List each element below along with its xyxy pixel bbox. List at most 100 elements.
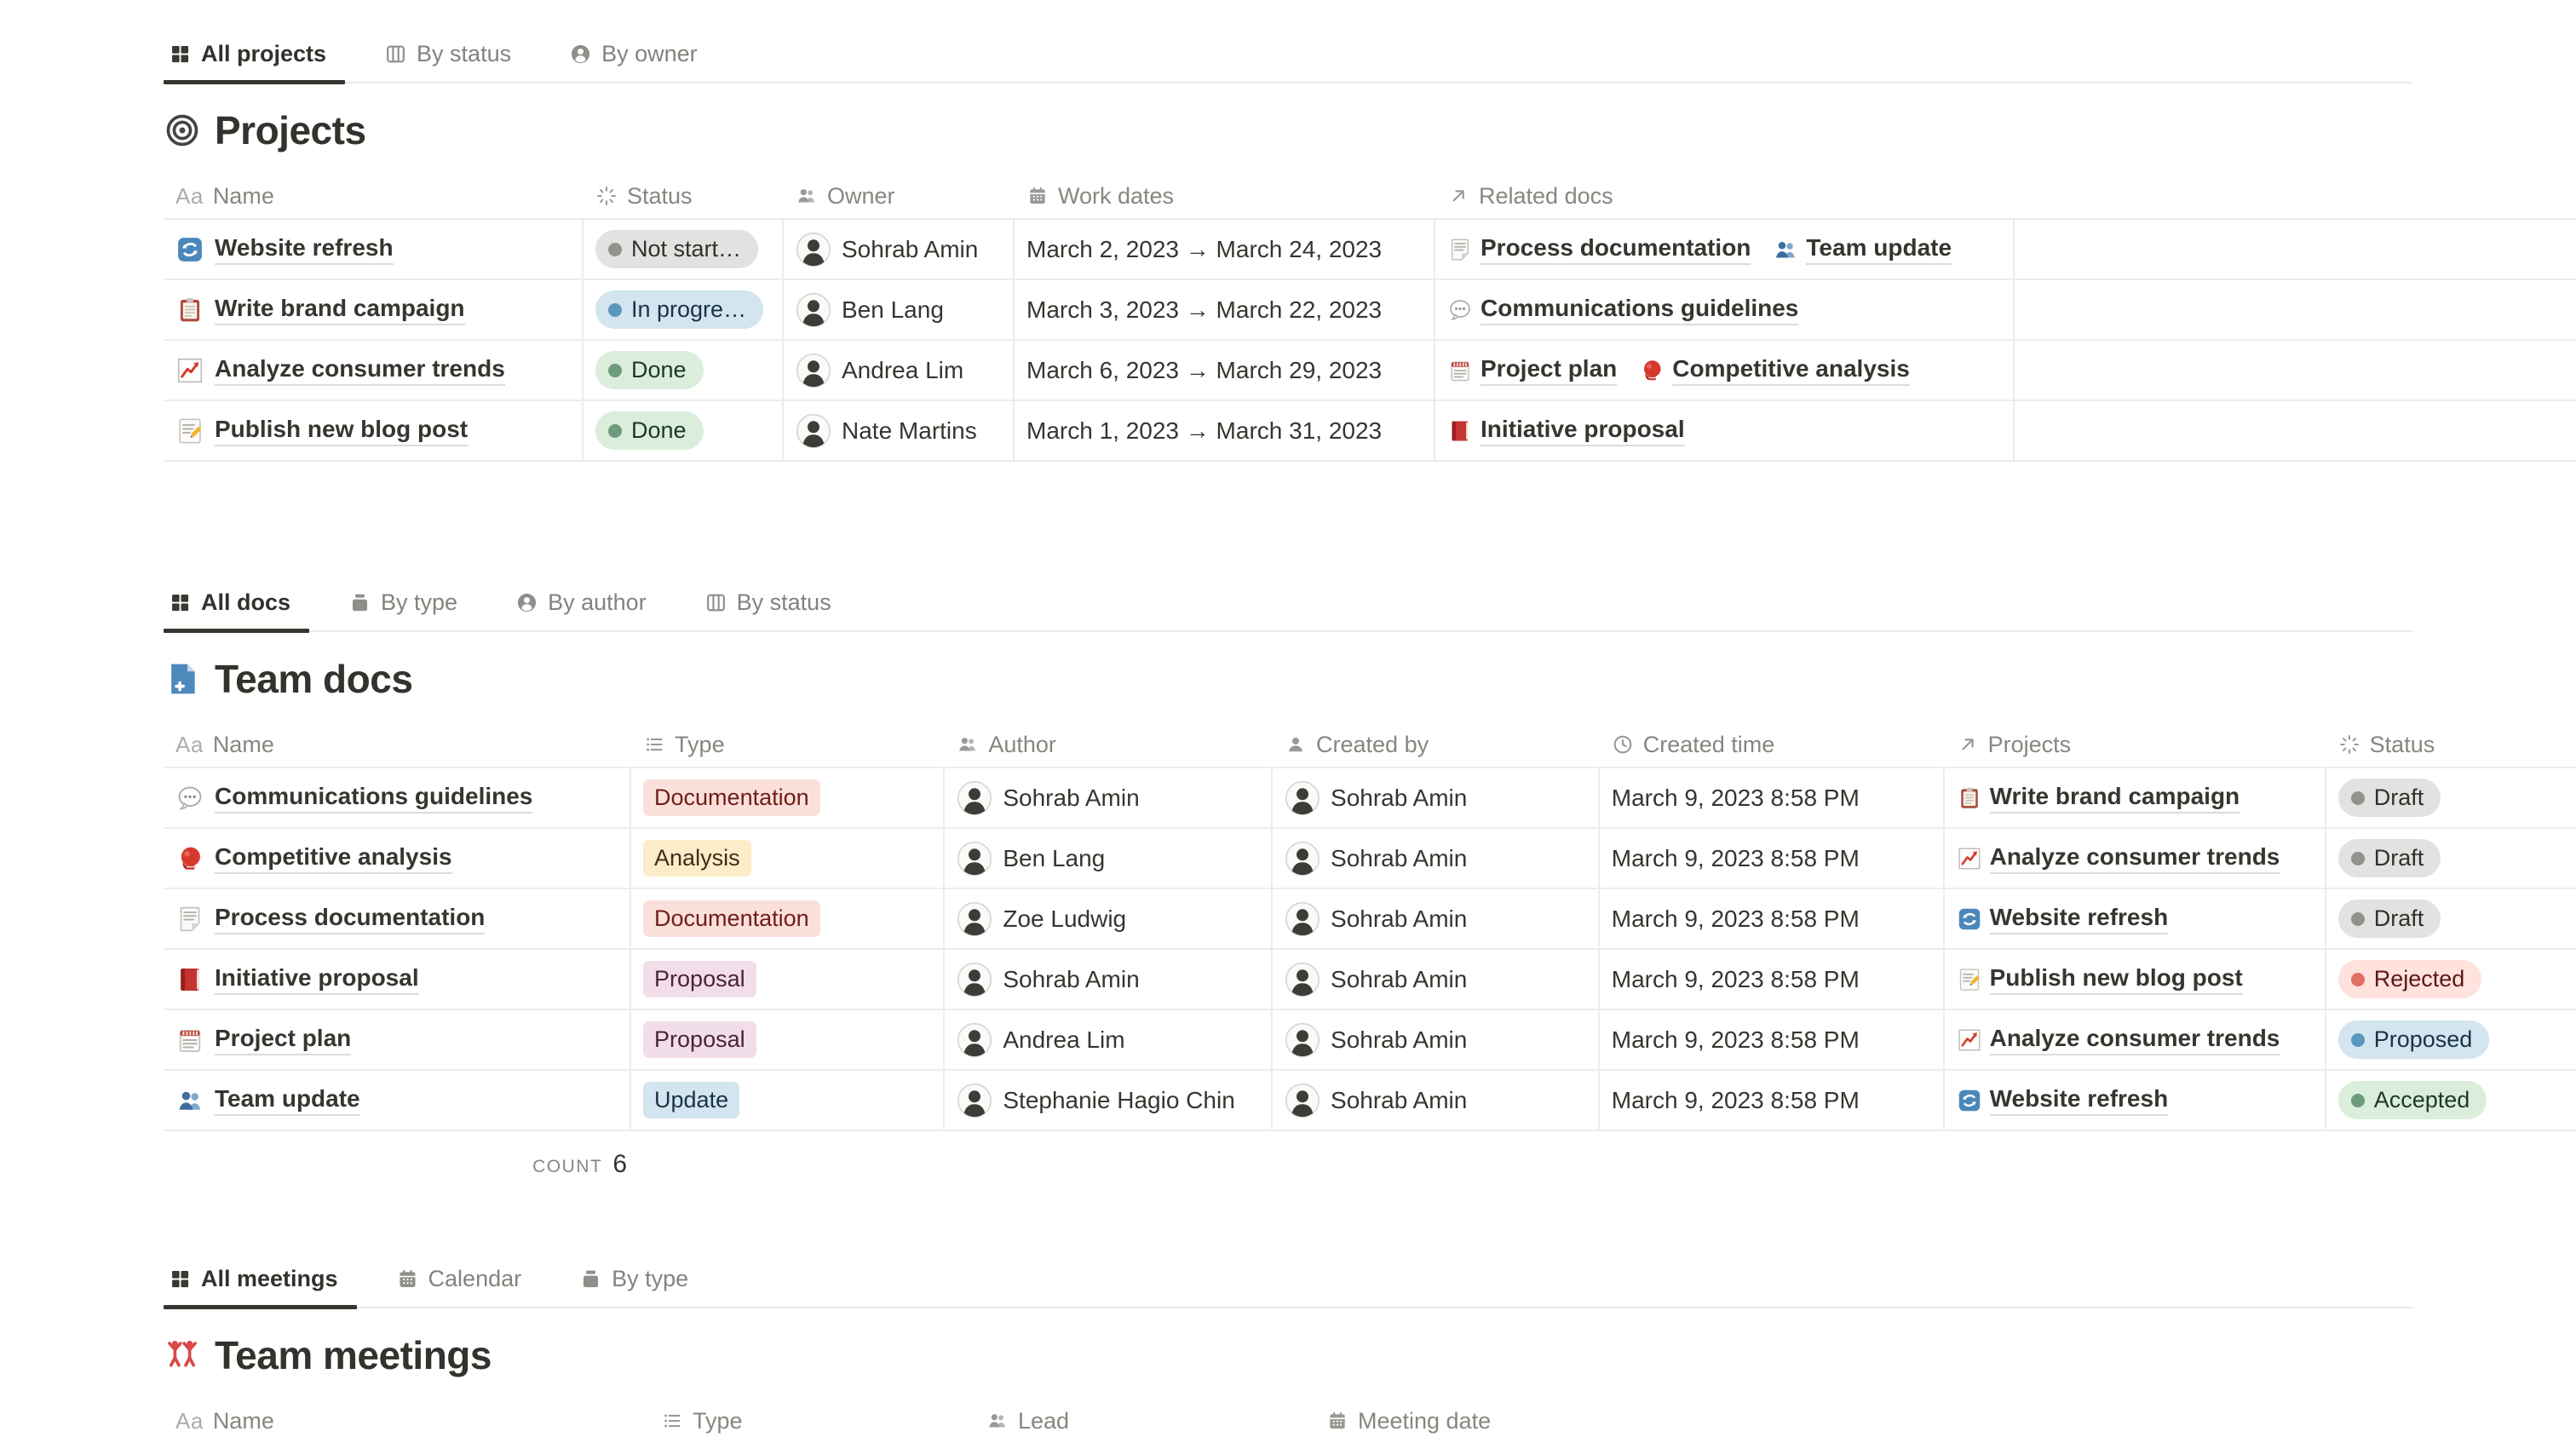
author-cell[interactable]: Andrea Lim xyxy=(945,1010,1273,1069)
status-cell[interactable]: Proposed xyxy=(2326,1010,2576,1069)
page-title: Projects xyxy=(215,107,366,153)
page-link[interactable]: Publish new blog post xyxy=(1957,964,2243,995)
chart-up-icon xyxy=(1957,1027,1982,1053)
created-time-cell[interactable]: March 9, 2023 8:58 PM xyxy=(1600,1010,1945,1069)
created-by-cell[interactable]: Sohrab Amin xyxy=(1273,950,1600,1009)
column-header-name[interactable]: Aa Name xyxy=(164,183,584,210)
projects-cell: Write brand campaign xyxy=(1945,768,2326,827)
status-cell[interactable]: In progre… xyxy=(584,280,784,339)
page-link[interactable]: Project plan xyxy=(215,1025,351,1055)
page-link[interactable]: Write brand campaign xyxy=(215,295,465,325)
page-link[interactable]: Competitive analysis xyxy=(1639,355,1910,386)
page-link[interactable]: Write brand campaign xyxy=(1957,783,2240,813)
created-time-cell[interactable]: March 9, 2023 8:58 PM xyxy=(1600,768,1945,827)
work-dates-cell[interactable]: March 2, 2023 → March 24, 2023 xyxy=(1015,220,1435,279)
count-aggregate[interactable]: COUNT6 xyxy=(164,1150,649,1179)
projects-title-row: Projects xyxy=(164,107,2576,153)
avatar xyxy=(957,962,992,997)
column-header-work-dates[interactable]: Work dates xyxy=(1015,183,1435,210)
author-cell[interactable]: Stephanie Hagio Chin xyxy=(945,1071,1273,1130)
work-dates-cell[interactable]: March 6, 2023 → March 29, 2023 xyxy=(1015,341,1435,400)
page-link[interactable]: Analyze consumer trends xyxy=(1957,1025,2280,1055)
column-header-lead[interactable]: Lead xyxy=(975,1408,1314,1434)
column-header-related-docs[interactable]: Related docs xyxy=(1435,183,2015,210)
page-link[interactable]: Project plan xyxy=(1447,355,1617,386)
page-link[interactable]: Website refresh xyxy=(215,234,394,265)
column-header-type[interactable]: Type xyxy=(631,732,945,758)
created-by-cell[interactable]: Sohrab Amin xyxy=(1273,1010,1600,1069)
page-link[interactable]: Communications guidelines xyxy=(215,783,532,813)
page-link[interactable]: Publish new blog post xyxy=(215,416,468,446)
created-time-cell[interactable]: March 9, 2023 8:58 PM xyxy=(1600,1071,1945,1130)
page-link[interactable]: Team update xyxy=(215,1085,360,1116)
type-cell[interactable]: Documentation xyxy=(631,768,945,827)
owner-cell[interactable]: Andrea Lim xyxy=(784,341,1015,400)
page-link[interactable]: Initiative proposal xyxy=(1447,416,1685,446)
page-link[interactable]: Process documentation xyxy=(215,904,485,934)
list-icon xyxy=(643,733,665,756)
column-header-status[interactable]: Status xyxy=(584,183,784,210)
owner-cell[interactable]: Ben Lang xyxy=(784,280,1015,339)
column-header-owner[interactable]: Owner xyxy=(784,183,1015,210)
work-dates-cell[interactable]: March 1, 2023 → March 31, 2023 xyxy=(1015,401,1435,460)
status-cell[interactable]: Accepted xyxy=(2326,1071,2576,1130)
created-by-cell[interactable]: Sohrab Amin xyxy=(1273,1071,1600,1130)
type-cell[interactable]: Documentation xyxy=(631,889,945,948)
status-cell[interactable]: Draft xyxy=(2326,768,2576,827)
created-by-cell[interactable]: Sohrab Amin xyxy=(1273,768,1600,827)
page-link[interactable]: Initiative proposal xyxy=(215,964,419,995)
created-time-cell[interactable]: March 9, 2023 8:58 PM xyxy=(1600,950,1945,1009)
created-time-cell[interactable]: March 9, 2023 8:58 PM xyxy=(1600,889,1945,948)
page-link[interactable]: Website refresh xyxy=(1957,904,2169,934)
tab-all-meetings[interactable]: All meetings xyxy=(164,1257,379,1307)
author-cell[interactable]: Ben Lang xyxy=(945,829,1273,888)
column-header-created-time[interactable]: Created time xyxy=(1600,732,1945,758)
tab-all-projects[interactable]: All projects xyxy=(164,32,367,82)
owner-cell[interactable]: Nate Martins xyxy=(784,401,1015,460)
status-cell[interactable]: Draft xyxy=(2326,889,2576,948)
page-link[interactable]: Process documentation xyxy=(1447,234,1751,265)
column-header-author[interactable]: Author xyxy=(945,732,1273,758)
type-cell[interactable]: Update xyxy=(631,1071,945,1130)
page-link[interactable]: Analyze consumer trends xyxy=(1957,843,2280,874)
owner-cell[interactable]: Sohrab Amin xyxy=(784,220,1015,279)
related-docs-cell: Process documentation Team update xyxy=(1435,220,2015,279)
projects-table-header: Aa Name Status Owner Work dates Re xyxy=(164,174,2576,218)
type-cell[interactable]: Proposal xyxy=(631,1010,945,1069)
created-by-cell[interactable]: Sohrab Amin xyxy=(1273,889,1600,948)
page-link[interactable]: Website refresh xyxy=(1957,1085,2169,1116)
created-time-cell[interactable]: March 9, 2023 8:58 PM xyxy=(1600,829,1945,888)
author-cell[interactable]: Sohrab Amin xyxy=(945,768,1273,827)
page-link[interactable]: Analyze consumer trends xyxy=(215,355,505,386)
column-header-type[interactable]: Type xyxy=(649,1408,975,1434)
status-cell[interactable]: Done xyxy=(584,401,784,460)
tab-by-owner[interactable]: By owner xyxy=(564,32,739,82)
author-cell[interactable]: Zoe Ludwig xyxy=(945,889,1273,948)
status-cell[interactable]: Done xyxy=(584,341,784,400)
column-header-name[interactable]: Aa Name xyxy=(164,732,631,758)
page-link[interactable]: Competitive analysis xyxy=(215,843,452,874)
status-cell[interactable]: Rejected xyxy=(2326,950,2576,1009)
tab-by-type[interactable]: By type xyxy=(574,1257,729,1307)
tab-by-type[interactable]: By type xyxy=(343,581,498,630)
tab-calendar[interactable]: Calendar xyxy=(391,1257,563,1307)
column-header-meeting-date[interactable]: Meeting date xyxy=(1314,1408,1672,1434)
tab-all-docs[interactable]: All docs xyxy=(164,581,331,630)
status-cell[interactable]: Draft xyxy=(2326,829,2576,888)
author-cell[interactable]: Sohrab Amin xyxy=(945,950,1273,1009)
tab-by-status[interactable]: By status xyxy=(379,32,552,82)
tab-by-status[interactable]: By status xyxy=(699,581,872,630)
column-header-projects[interactable]: Projects xyxy=(1945,732,2326,758)
page-link[interactable]: Communications guidelines xyxy=(1447,295,1798,325)
status-cell[interactable]: Not start… xyxy=(584,220,784,279)
column-header-name[interactable]: Aa Name xyxy=(164,1408,649,1434)
tab-by-author[interactable]: By author xyxy=(510,581,687,630)
created-by-cell[interactable]: Sohrab Amin xyxy=(1273,829,1600,888)
work-dates-cell[interactable]: March 3, 2023 → March 22, 2023 xyxy=(1015,280,1435,339)
column-header-created-by[interactable]: Created by xyxy=(1273,732,1600,758)
type-cell[interactable]: Analysis xyxy=(631,829,945,888)
database-icon xyxy=(579,1268,602,1291)
page-link[interactable]: Team update xyxy=(1773,234,1952,265)
column-header-status[interactable]: Status xyxy=(2326,732,2576,758)
type-cell[interactable]: Proposal xyxy=(631,950,945,1009)
